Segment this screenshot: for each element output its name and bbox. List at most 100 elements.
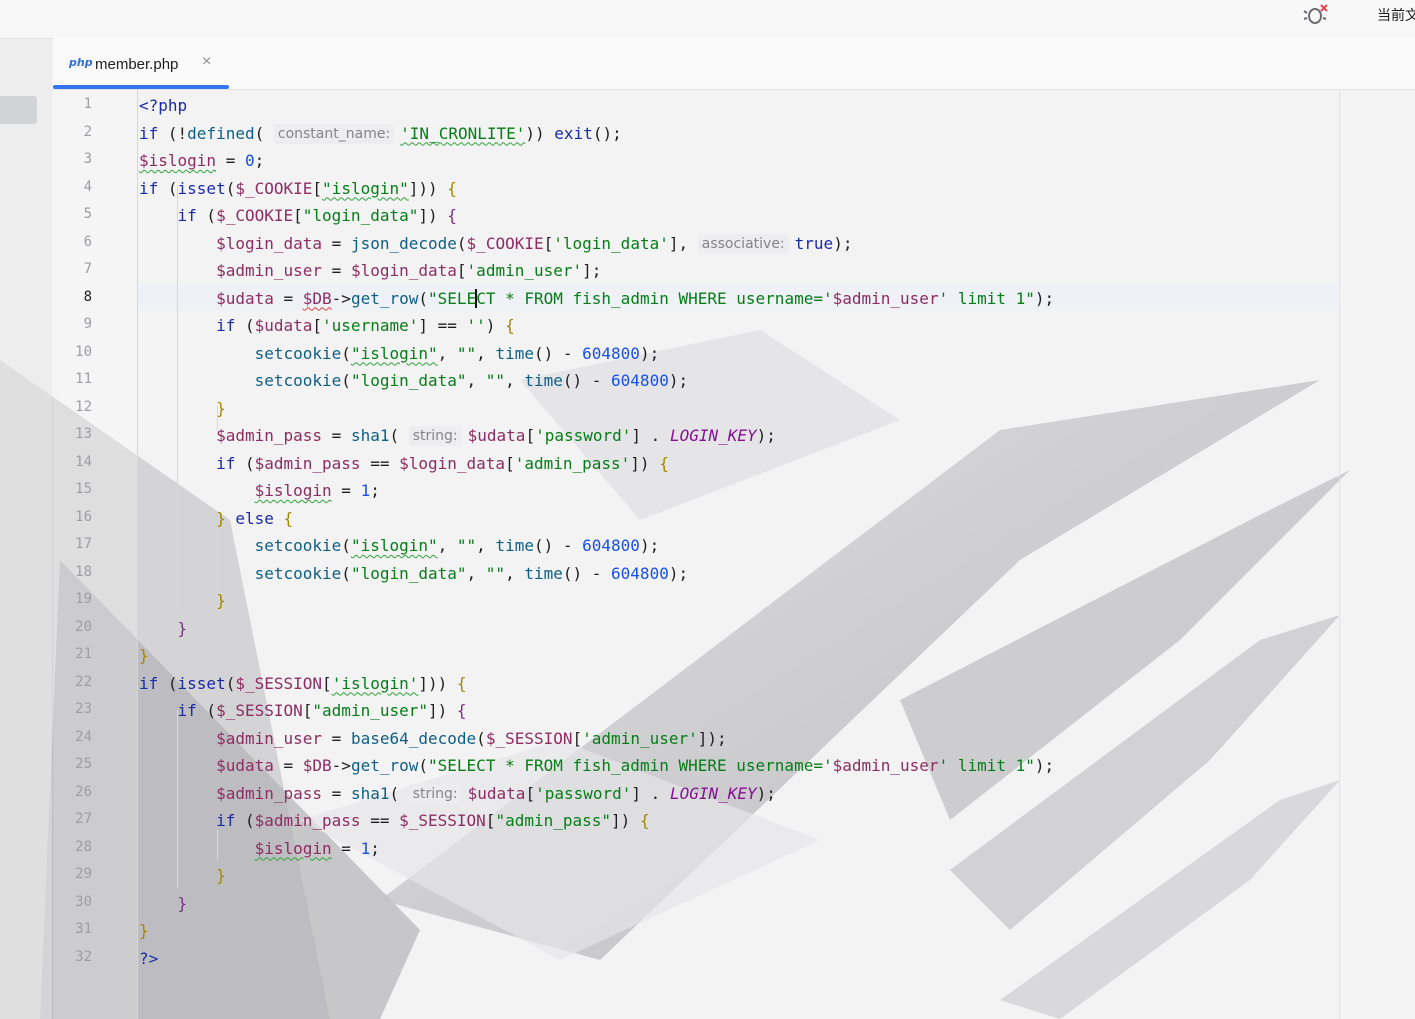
code-token: [ <box>505 453 515 473</box>
code-line: $login_data = json_decode($_COOKIE['logi… <box>139 230 852 257</box>
code-token: 'username' <box>322 316 419 335</box>
line-number: 11 <box>75 371 92 387</box>
code-editor[interactable]: 1 2 3 4 5 6 7 8 9 10 11 12 13 14 15 16 17 18 19 20 21 22 23 24 2… <box>53 90 1415 1019</box>
code-token: $admin_pass <box>216 426 323 445</box>
code-token: } <box>177 618 188 638</box>
code-token: isset <box>177 178 226 198</box>
code-token: ]) <box>428 701 457 720</box>
code-token: ( <box>158 673 178 693</box>
code-token: ]) <box>630 453 660 473</box>
code-token: time <box>495 536 534 555</box>
code-token: , <box>437 536 457 555</box>
code-token: $islogin <box>139 151 217 170</box>
code-line: $admin_user = $login_data['admin_user']; <box>139 257 601 284</box>
code-token: () - <box>562 563 612 583</box>
code-token: 'admin_user' <box>466 261 583 280</box>
code-line: } <box>139 642 149 669</box>
code-token: { <box>447 178 457 198</box>
code-token: , <box>466 563 486 583</box>
code-token: "admin_pass" <box>495 811 612 830</box>
code-token: "islogin" <box>350 343 438 363</box>
code-token: ) <box>485 316 506 335</box>
code-token: 1 <box>360 838 371 858</box>
line-number: 23 <box>75 701 92 717</box>
code-token: $_SESSION <box>485 728 573 748</box>
code-token: ]); <box>697 728 727 748</box>
line-number: 3 <box>83 151 92 167</box>
code-token: ] . <box>631 426 670 445</box>
code-token: == <box>360 811 400 830</box>
code-token: if <box>216 811 236 830</box>
code-token: ( <box>254 123 274 143</box>
code-token: LOGIN_KEY <box>669 783 757 803</box>
code-token: [ <box>312 316 323 335</box>
code-line: $islogin = 1; <box>139 477 380 504</box>
code-token: [ <box>322 673 332 693</box>
code-token: $_SESSION <box>399 811 486 830</box>
code-token: setcookie <box>254 371 342 390</box>
code-token: setcookie <box>254 563 342 583</box>
line-number: 2 <box>83 123 92 140</box>
tab-member-php[interactable]: php member.php × <box>53 38 229 89</box>
code-token: } <box>216 508 226 528</box>
php-file-icon: php <box>69 56 93 69</box>
code-token: { <box>447 206 457 225</box>
line-number: 8 <box>83 288 92 305</box>
code-token: "admin_user" <box>312 701 428 720</box>
code-token: get_row <box>350 288 419 308</box>
code-line: } <box>139 615 188 642</box>
line-number: 26 <box>75 783 92 800</box>
tool-window-tab[interactable] <box>0 96 37 124</box>
code-token: = <box>273 288 303 308</box>
code-token: (); <box>592 123 622 143</box>
code-line: setcookie("login_data", "", time() - 604… <box>139 560 689 587</box>
code-token: json_decode <box>350 233 457 253</box>
code-token: { <box>283 508 294 528</box>
code-token: = <box>216 151 245 170</box>
code-line: setcookie("islogin", "", time() - 604800… <box>139 340 660 367</box>
code-token: else <box>235 508 274 528</box>
code-token: ( <box>196 701 217 720</box>
top-toolbar: 当前文 <box>0 0 1415 39</box>
code-token: $islogin <box>254 481 332 500</box>
code-token: ( <box>225 673 236 693</box>
parameter-hint: constant_name: <box>273 123 395 144</box>
code-token: "islogin" <box>322 178 409 198</box>
code-line: if ($_COOKIE["login_data"]) { <box>139 202 457 229</box>
code-token: = <box>322 261 351 280</box>
code-token: = <box>331 838 361 858</box>
code-token: ); <box>756 426 776 445</box>
code-line: if (isset($_SESSION['islogin'])) { <box>139 670 467 697</box>
code-token: = <box>322 728 351 748</box>
close-icon[interactable]: × <box>202 53 211 71</box>
code-token: ); <box>668 563 689 583</box>
code-line: setcookie("islogin", "", time() - 604800… <box>139 532 660 559</box>
code-token: 'login_data' <box>553 233 669 253</box>
code-token: $admin_pass <box>254 811 361 830</box>
code-token: $admin_user <box>832 756 939 775</box>
code-token: ); <box>668 371 689 390</box>
code-token: exit <box>554 123 593 143</box>
bug-icon[interactable] <box>1303 2 1329 26</box>
code-token: ] == <box>418 316 467 335</box>
code-token: $DB <box>302 288 332 308</box>
code-token: 604800 <box>611 563 669 583</box>
code-token: () - <box>533 536 583 555</box>
code-token: 'islogin' <box>331 673 419 693</box>
code-token: "login_data" <box>302 206 419 225</box>
current-file-label[interactable]: 当前文 <box>1377 5 1415 25</box>
code-token: ( <box>196 206 217 225</box>
code-token: sha1 <box>350 426 390 445</box>
